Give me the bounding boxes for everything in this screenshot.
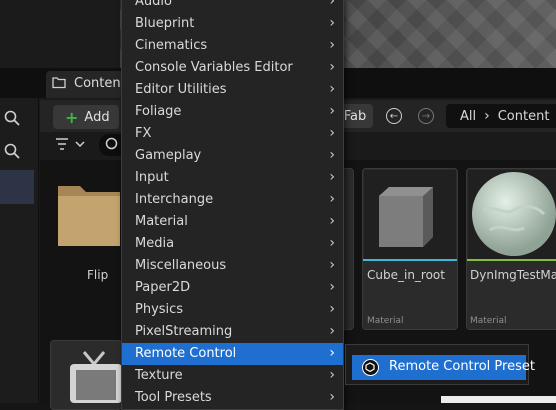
add-button-label: Add <box>84 109 110 125</box>
menu-item-paper2d[interactable]: Paper2D › <box>122 277 343 299</box>
asset-name[interactable]: DynImgTestMat <box>470 268 556 282</box>
plus-icon: + <box>65 107 79 127</box>
mesh-underline <box>363 259 457 261</box>
folder-icon[interactable] <box>56 180 122 248</box>
menu-item-media[interactable]: Media › <box>122 233 343 255</box>
menu-item-miscellaneous[interactable]: Miscellaneous › <box>122 255 343 277</box>
menu-item-editor-utilities[interactable]: Editor Utilities › <box>122 79 343 101</box>
chevron-right-icon: › <box>329 103 335 119</box>
add-menu: Audio › Blueprint › Cinematics › Console Va… <box>121 0 344 410</box>
chevron-right-icon: › <box>329 81 335 97</box>
asset-name[interactable]: Flip <box>87 268 108 282</box>
search-input[interactable] <box>99 134 123 156</box>
menu-item-fx[interactable]: FX › <box>122 123 343 145</box>
search-icon[interactable] <box>0 139 24 163</box>
chevron-right-icon: › <box>329 367 335 383</box>
tab-label: Content <box>74 76 126 91</box>
menu-item-texture[interactable]: Texture › <box>122 365 343 387</box>
chevron-right-icon: › <box>329 257 335 273</box>
menu-item-gameplay[interactable]: Gameplay › <box>122 145 343 167</box>
chevron-right-icon: › <box>329 147 335 163</box>
chevron-right-icon: › <box>329 0 335 9</box>
chevron-right-icon: › <box>329 59 335 75</box>
add-button[interactable]: + Add <box>53 105 119 129</box>
breadcrumb-current[interactable]: Content <box>498 109 550 124</box>
chevron-right-icon: › <box>329 235 335 251</box>
folder-icon <box>52 76 68 90</box>
menu-item-pixelstreaming[interactable]: PixelStreaming › <box>122 321 343 343</box>
status-bar-fragment <box>441 396 556 403</box>
menu-item-remote-control[interactable]: Remote Control › <box>122 343 343 365</box>
asset-name[interactable]: Cube_in_root <box>367 268 455 282</box>
chevron-right-icon: › <box>329 37 335 53</box>
media-icon <box>66 350 122 403</box>
search-icon[interactable] <box>0 106 24 130</box>
chevron-right-icon: › <box>484 108 490 124</box>
viewport-dark-region <box>0 0 120 68</box>
breadcrumb-root[interactable]: All <box>460 109 476 124</box>
chevron-right-icon: › <box>329 301 335 317</box>
chevron-right-icon: › <box>329 323 335 339</box>
material-underline <box>467 259 556 261</box>
menu-item-console-variables-editor[interactable]: Console Variables Editor › <box>122 57 343 79</box>
back-arrow-icon[interactable]: ← <box>386 108 402 124</box>
chevron-right-icon: › <box>329 279 335 295</box>
filter-icon[interactable] <box>54 136 94 154</box>
material-sphere-icon <box>470 170 556 258</box>
asset-type: Material <box>367 316 404 326</box>
menu-item-input[interactable]: Input › <box>122 167 343 189</box>
menu-item-cinematics[interactable]: Cinematics › <box>122 35 343 57</box>
menu-item-tool-presets[interactable]: Tool Presets › <box>122 387 343 409</box>
menu-item-audio[interactable]: Audio › <box>122 0 343 13</box>
menu-item-interchange[interactable]: Interchange › <box>122 189 343 211</box>
chevron-right-icon: › <box>329 169 335 185</box>
cube-icon <box>375 184 437 250</box>
forward-arrow-icon[interactable]: → <box>418 108 434 124</box>
chevron-right-icon: › <box>329 191 335 207</box>
sources-selected-row[interactable] <box>0 170 34 204</box>
chevron-right-icon: › <box>329 213 335 229</box>
chevron-right-icon: › <box>329 345 335 361</box>
menu-item-blueprint[interactable]: Blueprint › <box>122 13 343 35</box>
asset-type: Material <box>470 316 507 326</box>
remote-control-icon <box>362 359 379 376</box>
chevron-right-icon: › <box>329 15 335 31</box>
menu-item-physics[interactable]: Physics › <box>122 299 343 321</box>
chevron-right-icon: › <box>329 125 335 141</box>
submenu-item-label: Remote Control Preset <box>389 359 535 374</box>
menu-item-material[interactable]: Material › <box>122 211 343 233</box>
menu-item-foliage[interactable]: Foliage › <box>122 101 343 123</box>
breadcrumb: All › Content <box>446 104 556 128</box>
